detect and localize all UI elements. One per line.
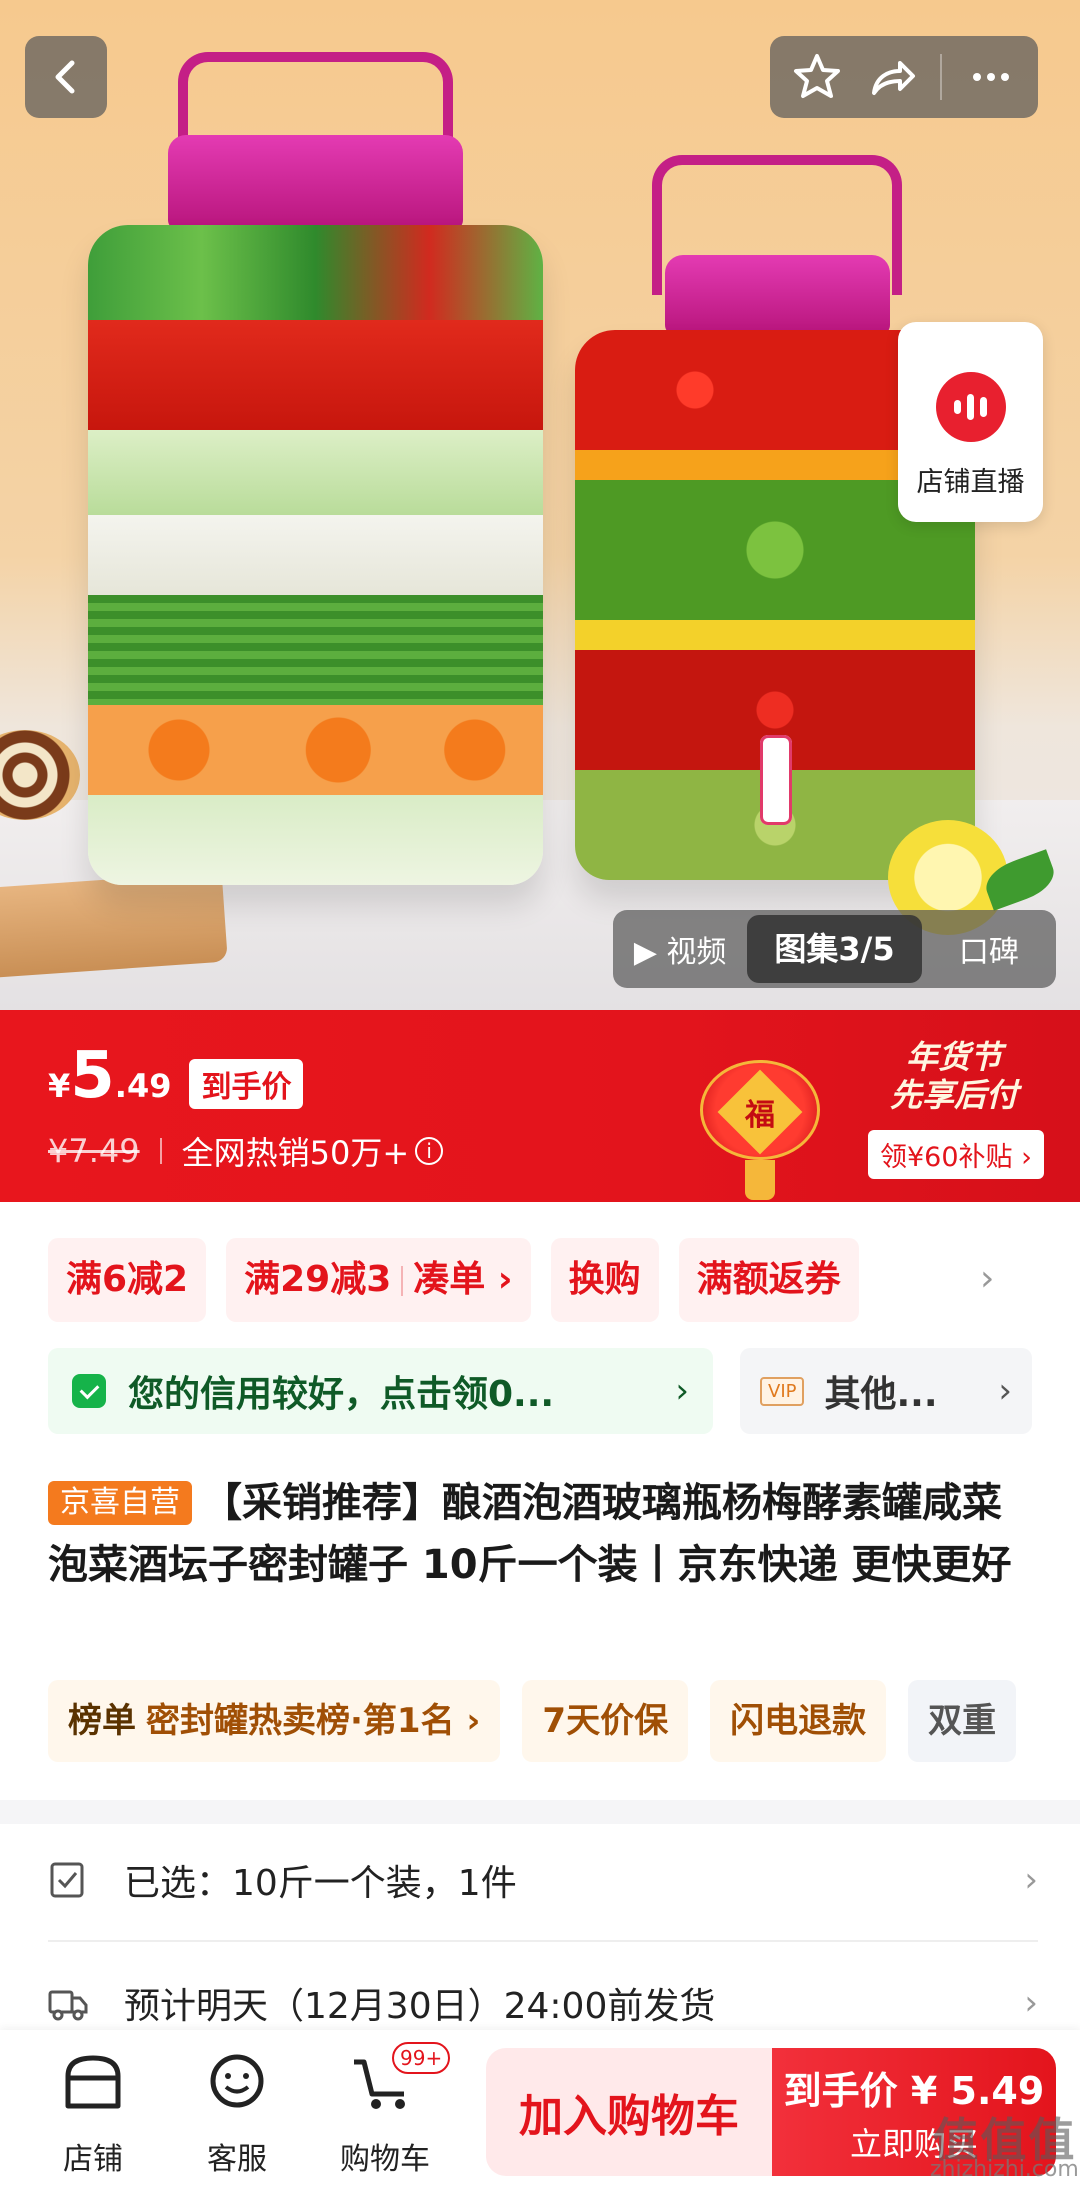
shield-check-icon xyxy=(72,1374,106,1408)
subsidy-button[interactable]: 领¥60补贴 › xyxy=(868,1130,1044,1179)
wooden-board xyxy=(0,871,228,979)
tab-video[interactable]: ▶ 视频 xyxy=(613,927,747,971)
lantern-icon: 福 xyxy=(690,1040,830,1200)
lantern-fu-char: 福 xyxy=(745,1098,775,1133)
credit-offer[interactable]: 您的信用较好，点击领0... › xyxy=(48,1348,713,1434)
more-button[interactable] xyxy=(965,51,1017,103)
watermark-url: zhizhizhi.com xyxy=(930,2157,1079,2182)
currency-symbol: ¥ xyxy=(48,1067,71,1105)
jar-lid-small xyxy=(665,255,890,335)
chevron-right-icon: › xyxy=(1024,1860,1038,1900)
store-live-button[interactable]: 店铺直播 xyxy=(898,322,1043,522)
product-image-gallery[interactable]: 店铺直播 ▶ 视频 图集3/5 口碑 xyxy=(0,0,1080,1010)
cart-label: 购物车 xyxy=(340,2142,430,2177)
delivery-text: 预计明天（12月30日）24:00前发货 xyxy=(124,1986,716,2027)
cart-button[interactable]: 99+ 购物车 xyxy=(330,2042,451,2178)
credit-text: 您的信用较好，点击领0... xyxy=(128,1374,555,1415)
product-title: 京喜自营 【采销推荐】酿酒泡酒玻璃瓶杨梅酵素罐咸菜泡菜酒坛子密封罐子 10斤一个装… xyxy=(48,1472,1038,1596)
coupon-item[interactable]: 满额返券 xyxy=(678,1238,859,1322)
original-price: ¥7.49 xyxy=(48,1132,140,1170)
divider xyxy=(159,1138,162,1164)
divider xyxy=(940,54,943,100)
chat-smile-icon xyxy=(210,2054,264,2108)
info-icon[interactable]: i xyxy=(415,1137,444,1165)
promo-title-line1: 年货节 xyxy=(906,1038,1003,1076)
selected-spec-row[interactable]: 已选：10斤一个装，1件 › xyxy=(48,1840,1038,1920)
store-icon xyxy=(65,2055,121,2109)
rank-tag[interactable]: 榜单 密封罐热卖榜·第1名 › xyxy=(48,1680,501,1762)
chevron-left-icon xyxy=(55,60,75,94)
section-gap xyxy=(0,1800,1080,1824)
watermark: 值值值 zhizhizhi.com xyxy=(930,2113,1079,2185)
cart-icon-wrap: 99+ xyxy=(350,2042,451,2118)
buy-price-label: 到手价 ¥ 5.49 xyxy=(783,2068,1045,2113)
price-decimal: .49 xyxy=(114,1067,172,1105)
back-button[interactable] xyxy=(25,36,107,118)
final-price: ¥ 5 .49 到手价 xyxy=(48,1039,304,1113)
live-label: 店铺直播 xyxy=(916,467,1025,498)
guarantee-tag[interactable]: 双重 xyxy=(908,1680,1017,1762)
promo-title-line2: 先享后付 xyxy=(890,1076,1019,1114)
selected-spec-text: 已选：10斤一个装，1件 xyxy=(124,1863,517,1904)
media-tabs: ▶ 视频 图集3/5 口碑 xyxy=(613,910,1056,988)
sales-count: 全网热销50万+ xyxy=(181,1134,410,1172)
store-label: 店铺 xyxy=(63,2142,123,2177)
rank-value: 密封罐热卖榜·第1名 › xyxy=(146,1701,481,1741)
service-label: 客服 xyxy=(207,2142,267,2177)
spec-icon xyxy=(50,1862,84,1898)
final-price-tag: 到手价 xyxy=(189,1059,304,1109)
tab-reviews[interactable]: 口碑 xyxy=(922,927,1056,971)
cart-count-badge: 99+ xyxy=(392,2042,451,2074)
more-icon xyxy=(972,73,1009,81)
rank-key: 榜单 xyxy=(68,1701,136,1741)
chevron-right-icon: › xyxy=(675,1371,689,1411)
coupon-item[interactable]: 换购 xyxy=(550,1238,659,1322)
tab-gallery[interactable]: 图集3/5 xyxy=(747,915,922,983)
tag-row: 榜单 密封罐热卖榜·第1名 › 7天价保 闪电退款 双重 xyxy=(48,1680,1017,1762)
add-to-cart-button[interactable]: 加入购物车 xyxy=(486,2048,772,2176)
favorite-button[interactable] xyxy=(791,51,843,103)
price-integer: 5 xyxy=(70,1039,115,1113)
coupon-row: 满6减2 满29减3 凑单 › 换购 满额返券 xyxy=(48,1238,859,1322)
watermark-logo: 值值值 xyxy=(932,2113,1077,2167)
star-icon xyxy=(794,54,841,98)
promo-title: 年货节 先享后付 xyxy=(890,1038,1018,1114)
truck-icon xyxy=(48,1990,88,2021)
coupon-item[interactable]: 满6减2 xyxy=(48,1238,207,1322)
vip-offer[interactable]: VIP 其他... › xyxy=(740,1348,1032,1434)
price-protect-tag[interactable]: 7天价保 xyxy=(522,1680,689,1762)
self-operated-badge: 京喜自营 xyxy=(48,1481,192,1525)
product-title-text: 【采销推荐】酿酒泡酒玻璃瓶杨梅酵素罐咸菜泡菜酒坛子密封罐子 10斤一个装丨京东快… xyxy=(48,1480,1012,1588)
fast-refund-tag[interactable]: 闪电退款 xyxy=(710,1680,887,1762)
top-action-group xyxy=(770,36,1038,118)
bottom-action-bar: 店铺 客服 99+ 购物车 加入购物车 到手价 ¥ 5.49 立即购买 xyxy=(0,2030,1080,2210)
vip-text: 其他... xyxy=(824,1374,938,1415)
live-icon xyxy=(935,372,1006,442)
divider xyxy=(48,1940,1038,1942)
customer-service-button[interactable]: 客服 xyxy=(182,2048,292,2178)
share-icon xyxy=(871,61,915,95)
vip-badge: VIP xyxy=(760,1376,805,1406)
jar-large xyxy=(88,225,543,885)
jar-tap xyxy=(760,735,792,825)
chevron-right-icon: › xyxy=(1024,1983,1038,2023)
chevron-right-icon: › xyxy=(998,1371,1012,1411)
store-button[interactable]: 店铺 xyxy=(38,2048,148,2178)
jar-lid-large xyxy=(168,135,463,230)
price-banner: ¥ 5 .49 到手价 ¥7.49 全网热销50万+ i 福 年货节 先享后付 … xyxy=(0,1010,1080,1202)
price-subline: ¥7.49 全网热销50万+ i xyxy=(48,1128,444,1174)
coupon-item[interactable]: 满29减3 凑单 › xyxy=(226,1238,531,1322)
share-button[interactable] xyxy=(866,51,918,103)
coupon-more-arrow[interactable]: › xyxy=(980,1258,994,1299)
